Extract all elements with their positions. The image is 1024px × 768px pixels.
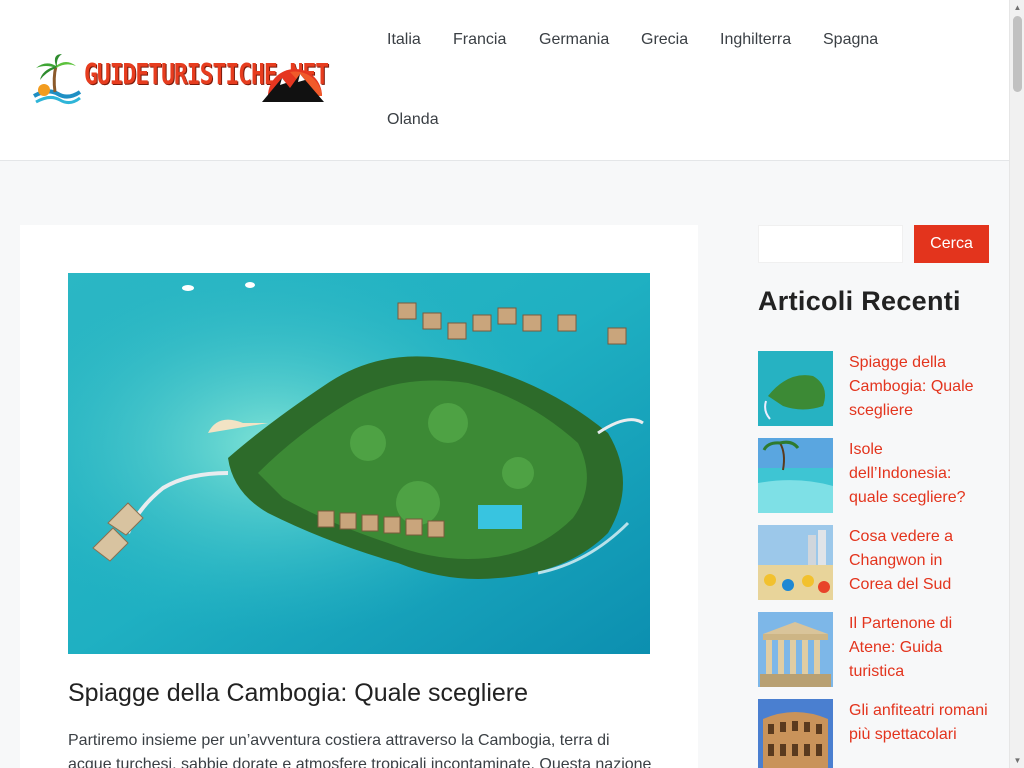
recent-article-thumbnail[interactable] <box>758 438 833 513</box>
scroll-down-arrow-icon[interactable]: ▼ <box>1010 753 1024 768</box>
recent-article-thumbnail[interactable] <box>758 351 833 426</box>
island-thumbnail <box>758 351 833 426</box>
beach-thumbnail <box>758 438 833 513</box>
scroll-up-arrow-icon[interactable]: ▲ <box>1010 0 1024 15</box>
featured-image[interactable] <box>68 273 650 654</box>
search-button[interactable]: Cerca <box>914 225 989 263</box>
nav-item-germania[interactable]: Germania <box>523 0 625 80</box>
sun-mountain-icon <box>262 69 324 102</box>
nav-item-olanda[interactable]: Olanda <box>371 80 455 160</box>
article-excerpt: Partiremo insieme per un’avventura costi… <box>68 732 652 768</box>
recent-article-link[interactable]: Cosa vedere a Changwon in Corea del Sud <box>849 525 989 597</box>
site-header: GUIDETURISTICHE.NET Italia Francia Germa… <box>0 0 1009 161</box>
search-input[interactable] <box>758 225 903 263</box>
nav-item-grecia[interactable]: Grecia <box>625 0 704 80</box>
parthenon-thumbnail <box>758 612 833 687</box>
nav-item-italia[interactable]: Italia <box>371 0 437 80</box>
colosseum-thumbnail <box>758 699 833 768</box>
recent-article-thumbnail[interactable] <box>758 525 833 600</box>
recent-article-link[interactable]: Isole dell’Indonesia: quale scegliere? <box>849 438 989 510</box>
article-card: Spiagge della Cambogia: Quale scegliere … <box>20 225 698 768</box>
city-beach-thumbnail <box>758 525 833 600</box>
scrollbar-thumb[interactable] <box>1013 16 1022 92</box>
nav-item-spagna[interactable]: Spagna <box>807 0 894 80</box>
recent-article-link[interactable]: Il Partenone di Atene: Guida turistica <box>849 612 989 684</box>
article-title[interactable]: Spiagge della Cambogia: Quale scegliere <box>68 679 668 708</box>
page-scrollbar[interactable]: ▲ ▼ <box>1009 0 1024 768</box>
site-logo[interactable]: GUIDETURISTICHE.NET <box>28 52 329 108</box>
main-navigation: Italia Francia Germania Grecia Inghilter… <box>371 0 931 160</box>
recent-article-link[interactable]: Gli anfiteatri romani più spettacolari <box>849 699 989 747</box>
island-aerial-photo <box>68 273 650 654</box>
recent-article-thumbnail[interactable] <box>758 612 833 687</box>
nav-item-francia[interactable]: Francia <box>437 0 522 80</box>
recent-article-thumbnail[interactable] <box>758 699 833 768</box>
palm-tree-icon <box>33 54 82 105</box>
recent-article-link[interactable]: Spiagge della Cambogia: Quale scegliere <box>849 351 989 423</box>
nav-item-inghilterra[interactable]: Inghilterra <box>704 0 807 80</box>
recent-articles-title: Articoli Recenti <box>758 286 961 316</box>
